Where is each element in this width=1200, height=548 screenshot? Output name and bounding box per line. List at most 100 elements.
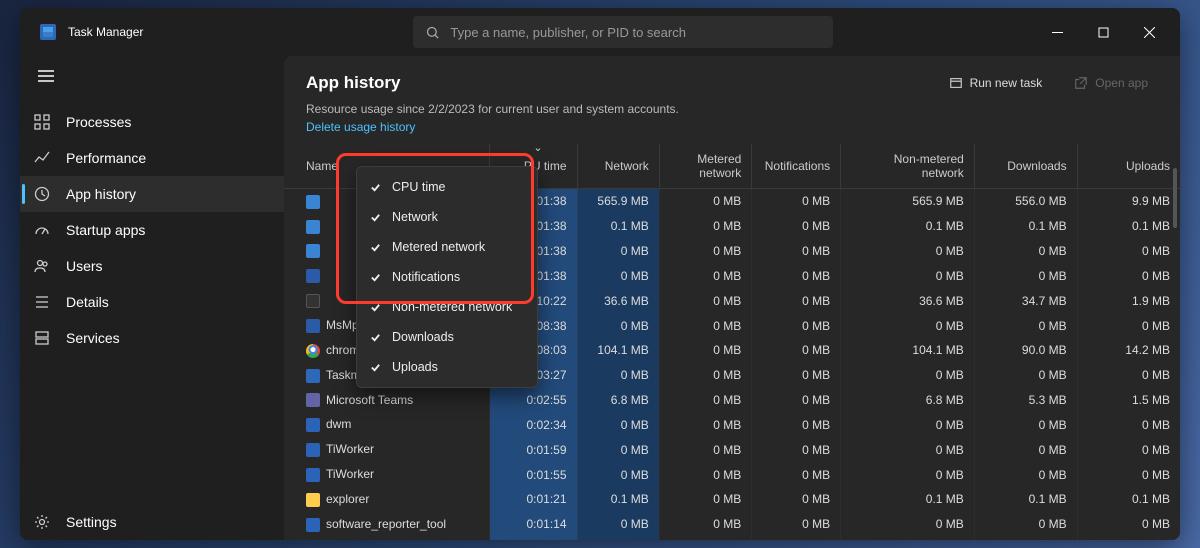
- context-menu-item[interactable]: Metered network: [362, 232, 532, 262]
- cpu-time-cell: 0:02:34: [490, 412, 577, 437]
- sidebar-item-services[interactable]: Services: [20, 320, 284, 356]
- nonmetered-cell: 104.1 MB: [841, 338, 975, 363]
- sidebar-item-app-history[interactable]: App history: [20, 176, 284, 212]
- page-title: App history: [306, 73, 400, 93]
- cpu-time-cell: 0:01:59: [490, 437, 577, 462]
- checkmark-icon: [370, 362, 392, 373]
- nonmetered-cell: 0 MB: [841, 313, 975, 338]
- run-new-task-button[interactable]: Run new task: [939, 70, 1053, 96]
- history-icon: [34, 186, 50, 202]
- column-header-notifications[interactable]: Notifications: [752, 144, 841, 189]
- sidebar-item-users[interactable]: Users: [20, 248, 284, 284]
- sidebar-item-label: App history: [66, 186, 136, 202]
- maximize-button[interactable]: [1080, 16, 1126, 48]
- uploads-cell: 1.5 MB: [1077, 388, 1180, 413]
- context-menu-item[interactable]: Downloads: [362, 322, 532, 352]
- scrollbar-thumb[interactable]: [1173, 168, 1177, 228]
- notifications-cell: 0 MB: [752, 363, 841, 388]
- sidebar-item-label: Settings: [66, 514, 117, 530]
- table-row[interactable]: dwm 0:02:34 0 MB 0 MB 0 MB 0 MB 0 MB 0 M…: [284, 412, 1180, 437]
- app-icon: [306, 418, 320, 432]
- usage-since-text: Resource usage since 2/2/2023 for curren…: [284, 102, 1180, 120]
- sidebar-item-details[interactable]: Details: [20, 284, 284, 320]
- hamburger-button[interactable]: [20, 56, 284, 96]
- column-header-non-metered-network[interactable]: Non-metered network: [841, 144, 975, 189]
- app-name-cell: dwm: [284, 412, 490, 437]
- column-header-uploads[interactable]: Uploads: [1077, 144, 1180, 189]
- downloads-cell: 34.7 MB: [974, 288, 1077, 313]
- network-cell: 36.6 MB: [577, 288, 659, 313]
- context-menu-label: Non-metered network: [392, 300, 512, 314]
- network-cell: 0 MB: [577, 462, 659, 487]
- notifications-cell: 0 MB: [752, 437, 841, 462]
- metered-cell: 0 MB: [659, 214, 752, 239]
- nonmetered-cell: 0.1 MB: [841, 214, 975, 239]
- downloads-cell: 0 MB: [974, 512, 1077, 537]
- notifications-cell: 0 MB: [752, 512, 841, 537]
- table-row[interactable]: wuaucltcore 0:01:03 0 MB 0 MB 0 MB 0 MB …: [284, 537, 1180, 540]
- column-header-network[interactable]: Network: [577, 144, 659, 189]
- column-header-metered-network[interactable]: Metered network: [659, 144, 752, 189]
- nonmetered-cell: 0 MB: [841, 462, 975, 487]
- column-header-downloads[interactable]: Downloads: [974, 144, 1077, 189]
- context-menu-item[interactable]: Non-metered network: [362, 292, 532, 322]
- sidebar-item-label: Startup apps: [66, 222, 145, 238]
- uploads-cell: 14.2 MB: [1077, 338, 1180, 363]
- downloads-cell: 0 MB: [974, 462, 1077, 487]
- downloads-cell: 0.1 MB: [974, 487, 1077, 512]
- table-row[interactable]: TiWorker 0:01:55 0 MB 0 MB 0 MB 0 MB 0 M…: [284, 462, 1180, 487]
- task-manager-window: Task Manager Type a name, publisher, or …: [20, 8, 1180, 540]
- metered-cell: 0 MB: [659, 263, 752, 288]
- downloads-cell: 90.0 MB: [974, 338, 1077, 363]
- context-menu-label: Uploads: [392, 360, 438, 374]
- uploads-cell: 0.1 MB: [1077, 487, 1180, 512]
- uploads-cell: 1.9 MB: [1077, 288, 1180, 313]
- checkmark-icon: [370, 302, 392, 313]
- context-menu-item[interactable]: Notifications: [362, 262, 532, 292]
- metered-cell: 0 MB: [659, 487, 752, 512]
- column-context-menu: CPU timeNetworkMetered networkNotificati…: [356, 166, 538, 388]
- app-icon: [306, 319, 320, 333]
- downloads-cell: 0 MB: [974, 239, 1077, 264]
- app-name-cell: TiWorker: [284, 462, 490, 487]
- metered-cell: 0 MB: [659, 313, 752, 338]
- notifications-cell: 0 MB: [752, 462, 841, 487]
- notifications-cell: 0 MB: [752, 487, 841, 512]
- uploads-cell: 0 MB: [1077, 263, 1180, 288]
- delete-usage-history-link[interactable]: Delete usage history: [284, 120, 1180, 134]
- sidebar-item-performance[interactable]: Performance: [20, 140, 284, 176]
- table-row[interactable]: explorer 0:01:21 0.1 MB 0 MB 0 MB 0.1 MB…: [284, 487, 1180, 512]
- app-icon: [306, 269, 320, 283]
- minimize-button[interactable]: [1034, 16, 1080, 48]
- nonmetered-cell: 0 MB: [841, 412, 975, 437]
- table-row[interactable]: Microsoft Teams 0:02:55 6.8 MB 0 MB 0 MB…: [284, 388, 1180, 413]
- network-cell: 0 MB: [577, 239, 659, 264]
- sidebar-item-label: Services: [66, 330, 120, 346]
- uploads-cell: 0 MB: [1077, 437, 1180, 462]
- table-row[interactable]: software_reporter_tool 0:01:14 0 MB 0 MB…: [284, 512, 1180, 537]
- table-row[interactable]: TiWorker 0:01:59 0 MB 0 MB 0 MB 0 MB 0 M…: [284, 437, 1180, 462]
- network-cell: 0.1 MB: [577, 487, 659, 512]
- search-input[interactable]: Type a name, publisher, or PID to search: [413, 16, 833, 48]
- uploads-cell: 0 MB: [1077, 239, 1180, 264]
- context-menu-item[interactable]: Uploads: [362, 352, 532, 382]
- nonmetered-cell: 0 MB: [841, 537, 975, 540]
- app-name-cell: wuaucltcore: [284, 537, 490, 540]
- network-cell: 0 MB: [577, 363, 659, 388]
- context-menu-item[interactable]: CPU time: [362, 172, 532, 202]
- sidebar-item-settings[interactable]: Settings: [20, 504, 284, 540]
- gauge-icon: [34, 222, 50, 238]
- cpu-time-cell: 0:01:21: [490, 487, 577, 512]
- sidebar-item-processes[interactable]: Processes: [20, 104, 284, 140]
- app-icon: [40, 24, 56, 40]
- notifications-cell: 0 MB: [752, 388, 841, 413]
- network-cell: 0 MB: [577, 412, 659, 437]
- metered-cell: 0 MB: [659, 512, 752, 537]
- context-menu-item[interactable]: Network: [362, 202, 532, 232]
- titlebar[interactable]: Task Manager Type a name, publisher, or …: [20, 8, 1180, 56]
- close-button[interactable]: [1126, 16, 1172, 48]
- users-icon: [34, 258, 50, 274]
- checkmark-icon: [370, 182, 392, 193]
- metered-cell: 0 MB: [659, 462, 752, 487]
- sidebar-item-startup-apps[interactable]: Startup apps: [20, 212, 284, 248]
